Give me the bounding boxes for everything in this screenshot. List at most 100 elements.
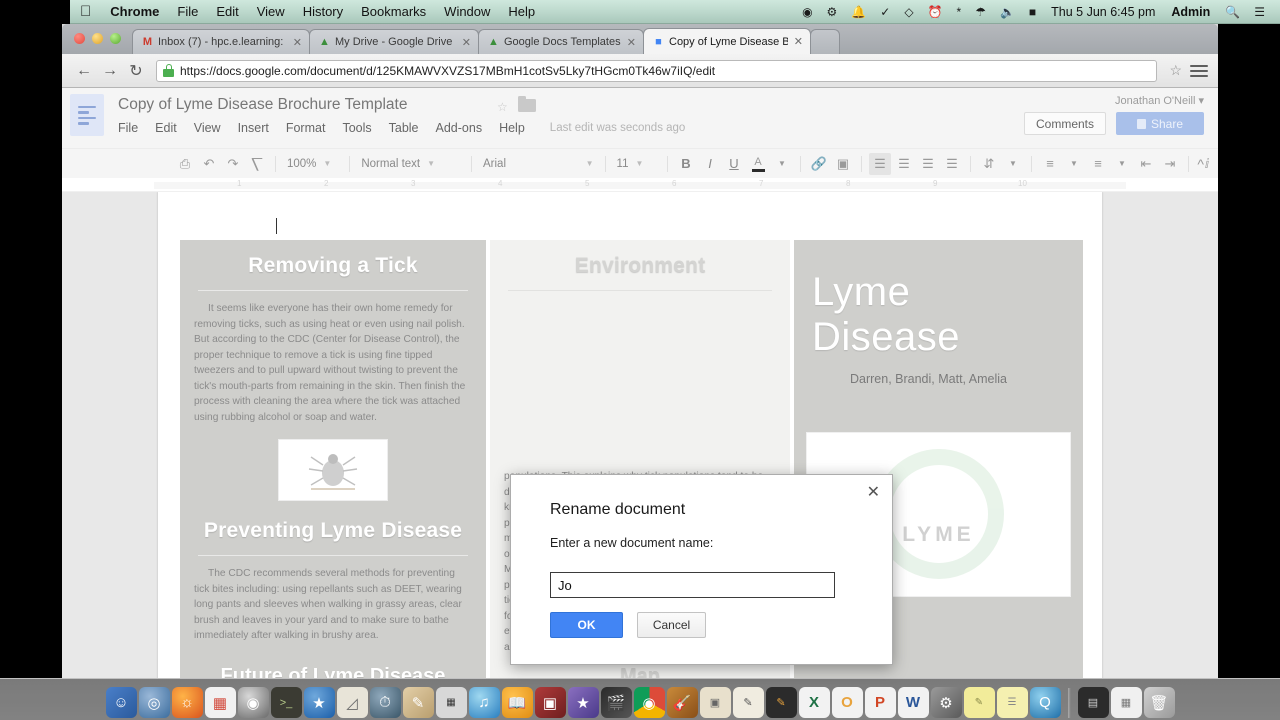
chrome-icon[interactable]: ◉ bbox=[633, 687, 665, 718]
tab-inbox[interactable]: M Inbox (7) - hpc.e.learning: ✕ bbox=[132, 29, 310, 54]
keynote-icon[interactable]: ▣ bbox=[699, 687, 731, 718]
close-window-button[interactable] bbox=[74, 33, 85, 44]
time-machine-icon[interactable]: ⏱ bbox=[369, 687, 401, 718]
link-icon[interactable]: 🔗 bbox=[808, 153, 830, 175]
forward-arrow-icon[interactable]: → bbox=[98, 59, 122, 83]
stickies-icon[interactable]: ✎ bbox=[963, 687, 995, 718]
close-icon[interactable]: ✕ bbox=[293, 36, 302, 49]
star-icon[interactable]: ☆ bbox=[1169, 62, 1182, 79]
numbered-list-icon[interactable]: ≡ bbox=[1039, 153, 1061, 175]
outlook-icon[interactable]: O bbox=[831, 687, 863, 718]
address-book-icon[interactable]: ✎ bbox=[402, 687, 434, 718]
app-status-icon[interactable]: ⚙ bbox=[820, 5, 845, 19]
docs-menu-file[interactable]: File bbox=[118, 121, 138, 135]
document-canvas[interactable]: Removing a Tick It seems like everyone h… bbox=[62, 192, 1218, 684]
apple-logo-icon[interactable]:  bbox=[70, 4, 101, 19]
system-preferences-icon[interactable]: ⚙ bbox=[930, 687, 962, 718]
terminal-icon[interactable]: >_ bbox=[270, 687, 302, 718]
dashboard-icon[interactable]: ◎ bbox=[138, 687, 170, 718]
powerpoint-icon[interactable]: P bbox=[864, 687, 896, 718]
reload-icon[interactable]: ↻ bbox=[124, 59, 148, 83]
docs-menu-tools[interactable]: Tools bbox=[342, 121, 371, 135]
bluetooth-icon[interactable]: * bbox=[950, 5, 969, 19]
move-to-folder-icon[interactable] bbox=[518, 96, 536, 112]
star-document-icon[interactable]: ☆ bbox=[497, 100, 508, 114]
timemachine-icon[interactable]: ⏰ bbox=[921, 5, 950, 19]
undo-icon[interactable]: ↶ bbox=[198, 153, 220, 175]
minimize-window-button[interactable] bbox=[92, 33, 103, 44]
final-cut-icon[interactable]: 🎬 bbox=[600, 687, 632, 718]
share-button[interactable]: Share bbox=[1116, 112, 1204, 135]
close-icon[interactable]: ✕ bbox=[462, 36, 471, 49]
docs-menu-table[interactable]: Table bbox=[389, 121, 419, 135]
align-right-icon[interactable]: ☰ bbox=[917, 153, 939, 175]
launchpad-icon[interactable]: ▦ bbox=[204, 687, 236, 718]
dropbox-icon[interactable]: ◇ bbox=[897, 5, 920, 19]
word-icon[interactable]: W bbox=[897, 687, 929, 718]
chevron-down-icon[interactable]: ▼ bbox=[1002, 153, 1024, 175]
menu-help[interactable]: Help bbox=[499, 4, 544, 19]
new-tab-button[interactable] bbox=[810, 29, 840, 54]
back-arrow-icon[interactable]: ← bbox=[72, 59, 96, 83]
align-center-icon[interactable]: ☰ bbox=[893, 153, 915, 175]
battery-icon[interactable]: ■ bbox=[1022, 5, 1043, 19]
align-left-icon[interactable]: ☰ bbox=[869, 152, 891, 175]
volume-icon[interactable]: 🔈 bbox=[993, 5, 1022, 19]
menubar-user[interactable]: Admin bbox=[1163, 5, 1218, 19]
notes-icon[interactable]: ☰ bbox=[996, 687, 1028, 718]
firefox-icon[interactable]: ☼ bbox=[171, 687, 203, 718]
tab-docs-templates[interactable]: ▲ Google Docs Templates ✕ bbox=[478, 29, 644, 54]
increase-indent-icon[interactable]: ⇥ bbox=[1159, 153, 1181, 175]
decrease-indent-icon[interactable]: ⇤ bbox=[1135, 153, 1157, 175]
search-icon[interactable]: 🔍 bbox=[1218, 5, 1247, 19]
photo-booth-icon[interactable]: ▣ bbox=[534, 687, 566, 718]
paint-format-icon[interactable]: ⎲ bbox=[246, 153, 268, 175]
pages-icon[interactable]: ✎ bbox=[732, 687, 764, 718]
notification-center-icon[interactable]: ☰ bbox=[1247, 5, 1272, 19]
checkmark-icon[interactable]: ✓ bbox=[873, 5, 897, 19]
chevron-down-icon[interactable]: ▼ bbox=[1111, 153, 1133, 175]
finder-icon[interactable]: ☺ bbox=[105, 687, 137, 718]
calculator-icon[interactable]: ▦ bbox=[435, 687, 467, 718]
menu-window[interactable]: Window bbox=[435, 4, 499, 19]
app-store-icon[interactable]: ★ bbox=[303, 687, 335, 718]
docs-menu-format[interactable]: Format bbox=[286, 121, 326, 135]
menu-file[interactable]: File bbox=[168, 4, 207, 19]
menu-chrome[interactable]: Chrome bbox=[101, 4, 168, 19]
rename-input[interactable] bbox=[550, 572, 835, 598]
close-icon[interactable]: ✕ bbox=[627, 36, 636, 49]
dvd-player-icon[interactable]: ◉ bbox=[237, 687, 269, 718]
docs-menu-insert[interactable]: Insert bbox=[238, 121, 269, 135]
menu-history[interactable]: History bbox=[294, 4, 352, 19]
ibooks-icon[interactable]: 📖 bbox=[501, 687, 533, 718]
comments-button[interactable]: Comments bbox=[1023, 112, 1106, 135]
text-color-button[interactable]: A bbox=[747, 153, 769, 175]
documents-stack-icon[interactable]: ▦ bbox=[1110, 687, 1142, 718]
ok-button[interactable]: OK bbox=[550, 612, 623, 638]
bell-icon[interactable]: 🔔 bbox=[844, 5, 873, 19]
last-edit-status[interactable]: Last edit was seconds ago bbox=[550, 122, 686, 134]
close-icon[interactable]: ✕ bbox=[867, 485, 880, 501]
chevron-down-icon[interactable]: ▼ bbox=[771, 153, 793, 175]
menu-bookmarks[interactable]: Bookmarks bbox=[352, 4, 435, 19]
wifi-icon[interactable]: ☂ bbox=[968, 5, 993, 19]
garageband-icon[interactable]: 🎸 bbox=[666, 687, 698, 718]
print-icon[interactable]: ⎙ bbox=[174, 153, 196, 175]
zoom-window-button[interactable] bbox=[110, 33, 121, 44]
bold-button[interactable]: B bbox=[675, 153, 697, 175]
trash-icon[interactable]: 🗑 bbox=[1143, 687, 1175, 718]
docs-menu-help[interactable]: Help bbox=[499, 121, 525, 135]
docs-menu-addons[interactable]: Add-ons bbox=[436, 121, 483, 135]
underline-button[interactable]: U bbox=[723, 153, 745, 175]
zoom-selector[interactable]: 100% ▼ bbox=[283, 153, 342, 175]
docs-home-icon[interactable] bbox=[70, 94, 104, 136]
close-icon[interactable]: ✕ bbox=[794, 35, 803, 48]
document-title[interactable]: Copy of Lyme Disease Brochure Template bbox=[118, 96, 407, 114]
paragraph-style-selector[interactable]: Normal text ▼ bbox=[357, 153, 464, 175]
font-size-selector[interactable]: 11 ▼ bbox=[613, 153, 660, 175]
docs-menu-edit[interactable]: Edit bbox=[155, 121, 177, 135]
record-icon[interactable]: ◉ bbox=[795, 5, 819, 19]
address-bar[interactable]: https://docs.google.com/document/d/125KM… bbox=[156, 59, 1158, 82]
chrome-menu-icon[interactable] bbox=[1190, 64, 1208, 77]
bulleted-list-icon[interactable]: ≡ bbox=[1087, 153, 1109, 175]
